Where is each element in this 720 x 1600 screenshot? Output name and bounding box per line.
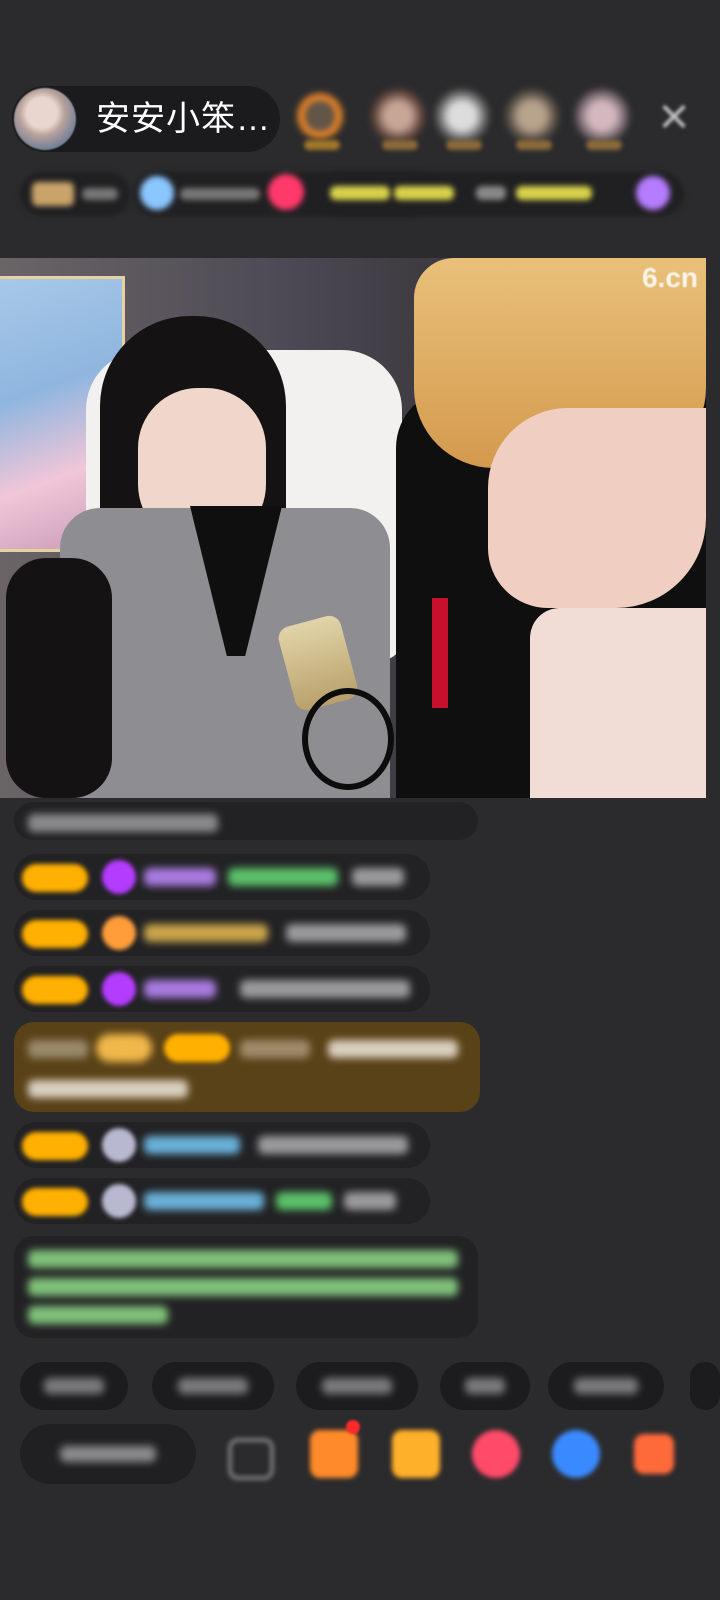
gem-icon [102,916,136,950]
event-text [476,186,506,200]
quick-reply-pill[interactable] [296,1362,418,1410]
close-icon[interactable]: ✕ [654,98,694,138]
level-badge [22,1188,88,1216]
chat-text [28,1080,188,1098]
viewer-avatar[interactable] [432,86,492,146]
notice-text [28,1278,458,1296]
chat-message-highlighted[interactable] [14,1022,480,1112]
chat-input[interactable] [20,1424,196,1484]
game-icon[interactable] [552,1430,600,1478]
gift-icon[interactable] [392,1430,440,1478]
event-text [516,186,592,200]
chat-text [28,814,218,832]
viewer-avatar[interactable] [368,86,428,146]
chat-username [144,924,268,942]
watermark: 6.cn [641,262,698,293]
host-name: 安安小笨… [96,100,271,138]
level-badge [22,976,88,1004]
man-arm [530,608,706,798]
emoji-icon[interactable] [228,1438,274,1480]
chat-text [28,1040,88,1058]
gem-icon [102,1184,136,1218]
viewer-avatar[interactable] [290,86,350,146]
system-notice[interactable] [14,1236,478,1338]
chat-message[interactable] [14,1122,430,1168]
quick-reply-pill[interactable] [152,1362,274,1410]
host-avatar[interactable] [14,88,76,150]
gem-icon [102,860,136,894]
quick-reply-pill[interactable] [20,1362,128,1410]
chat-badge [96,1034,152,1062]
chat-message[interactable] [14,966,430,1012]
level-badge [22,920,88,948]
event-text [394,186,454,200]
chat-text [286,924,406,942]
chat-text [258,1136,408,1154]
notification-dot [346,1420,360,1434]
gem-icon [102,972,136,1006]
quick-reply-pill[interactable] [440,1362,530,1410]
chat-message[interactable] [14,854,430,900]
viewer-badge [586,140,622,150]
level-badge [22,1132,88,1160]
fans-text [180,188,260,200]
gift-box-icon[interactable] [310,1430,358,1478]
man-lanyard [432,598,448,708]
live-video[interactable]: 6.cn [0,258,706,798]
host-pill[interactable]: 安安小笨… [12,86,280,152]
woman-arm [6,558,112,798]
viewer-badge [446,140,482,150]
chat-message[interactable] [14,910,430,956]
chat-text [276,1192,332,1210]
level-badge [22,864,88,892]
chat-text [328,1040,458,1058]
chat-username [144,868,216,886]
mic-mount [302,688,394,790]
quick-reply-pill[interactable] [690,1362,720,1410]
level-badge [164,1034,230,1062]
chat-message[interactable] [14,802,478,840]
notice-text [28,1250,458,1268]
gem-icon [102,1128,136,1162]
chat-text [228,868,338,886]
chat-username [240,1040,310,1058]
rank-icon [32,182,74,206]
viewer-avatar[interactable] [572,86,632,146]
man-face [488,408,706,608]
chat-text [344,1192,396,1210]
fans-icon [140,176,174,210]
chat-text [352,868,404,886]
chat-message[interactable] [14,1178,430,1224]
viewer-badge [516,140,552,150]
rank-text [82,188,118,200]
chat-username [144,980,216,998]
quick-reply-pill[interactable] [548,1362,664,1410]
chat-username [144,1136,240,1154]
chat-text [240,980,410,998]
grid-menu-icon[interactable] [634,1434,674,1474]
chat-username [144,1192,264,1210]
viewer-badge [304,140,340,150]
event-text [330,186,390,200]
heart-icon[interactable] [472,1430,520,1478]
viewer-avatar[interactable] [502,86,562,146]
viewer-badge [382,140,418,150]
event-icon [636,176,670,210]
chat-input-placeholder [60,1446,156,1462]
notice-text [28,1306,168,1324]
hot-icon [268,174,304,210]
